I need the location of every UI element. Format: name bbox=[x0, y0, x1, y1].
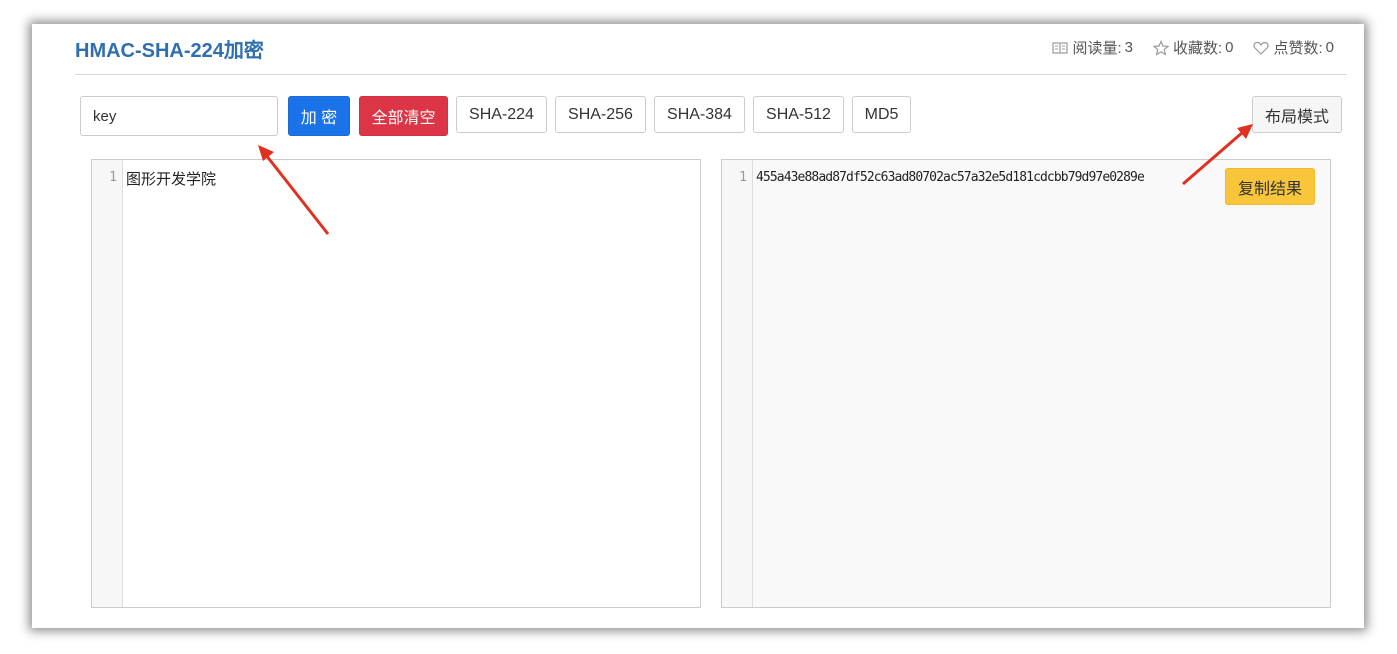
input-editor[interactable]: 1 图形开发学院 bbox=[91, 159, 701, 608]
md5-button[interactable]: MD5 bbox=[852, 96, 911, 133]
encrypt-button[interactable]: 加 密 bbox=[288, 96, 350, 136]
like-count: 点赞数: 0 bbox=[1253, 37, 1334, 58]
fav-label: 收藏数: bbox=[1172, 40, 1223, 57]
sha512-button[interactable]: SHA-512 bbox=[753, 96, 844, 133]
star-icon bbox=[1152, 39, 1169, 56]
book-icon bbox=[1052, 41, 1069, 54]
output-editor[interactable]: 1 455a43e88ad87df52c63ad80702ac57a32e5d1… bbox=[721, 159, 1331, 608]
input-text[interactable]: 图形开发学院 bbox=[126, 168, 216, 189]
read-label: 阅读量: bbox=[1072, 40, 1122, 57]
line-gutter: 1 bbox=[92, 160, 123, 607]
like-label: 点赞数: bbox=[1273, 40, 1323, 57]
line-gutter: 1 bbox=[722, 160, 753, 607]
read-count: 阅读量: 3 bbox=[1052, 37, 1133, 58]
heart-icon bbox=[1253, 41, 1270, 55]
copy-result-button[interactable]: 复制结果 bbox=[1225, 168, 1315, 205]
sha224-button[interactable]: SHA-224 bbox=[456, 96, 547, 133]
app-window: HMAC-SHA-224加密 阅读量: 3 收藏数: 0 点赞数: 0 key … bbox=[32, 24, 1364, 628]
stats-bar: 阅读量: 3 收藏数: 0 点赞数: 0 bbox=[1032, 37, 1334, 58]
output-hash[interactable]: 455a43e88ad87df52c63ad80702ac57a32e5d181… bbox=[756, 170, 1145, 185]
fav-value: 0 bbox=[1225, 39, 1234, 56]
like-value: 0 bbox=[1325, 39, 1334, 56]
favorite-count: 收藏数: 0 bbox=[1152, 37, 1234, 58]
clear-all-button[interactable]: 全部清空 bbox=[359, 96, 448, 136]
line-number: 1 bbox=[739, 170, 747, 185]
page-title: HMAC-SHA-224加密 bbox=[75, 40, 264, 62]
read-value: 3 bbox=[1124, 39, 1133, 56]
key-input[interactable] bbox=[80, 96, 278, 136]
header: HMAC-SHA-224加密 阅读量: 3 收藏数: 0 点赞数: 0 bbox=[75, 24, 1347, 75]
line-number: 1 bbox=[109, 170, 117, 185]
layout-mode-button[interactable]: 布局模式 bbox=[1252, 96, 1342, 133]
sha384-button[interactable]: SHA-384 bbox=[654, 96, 745, 133]
sha256-button[interactable]: SHA-256 bbox=[555, 96, 646, 133]
